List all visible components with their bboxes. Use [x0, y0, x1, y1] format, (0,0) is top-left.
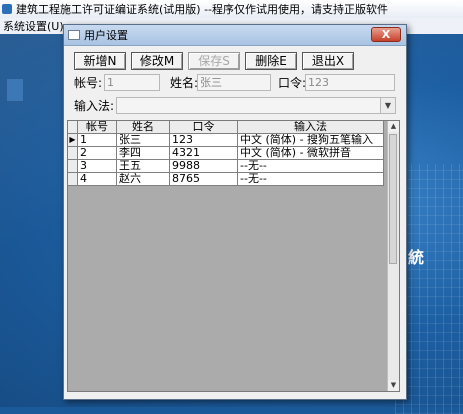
edit-button[interactable]: 修改M: [131, 52, 183, 70]
cell-ime[interactable]: --无--: [238, 173, 384, 186]
app-title: 建筑工程施工许可证编证系统(试用版) --程序仅作试用使用，请支持正版软件: [16, 3, 389, 16]
table-row[interactable]: 2 李四 4321 中文 (简体) - 微软拼音: [68, 147, 384, 160]
menu-system-settings[interactable]: 系统设置(U): [0, 18, 64, 34]
save-button[interactable]: 保存S: [188, 52, 240, 70]
ime-select[interactable]: ▼: [116, 97, 396, 114]
cell-name[interactable]: 李四: [117, 147, 170, 160]
column-header-password[interactable]: 口令: [170, 121, 238, 134]
user-grid[interactable]: 帐号 姓名 口令 输入法 ▶ 1 张三 123 中文 (简体) - 搜狗五笔输入…: [67, 120, 400, 392]
dialog-title: 用户设置: [84, 29, 128, 42]
cell-account[interactable]: 3: [78, 160, 117, 173]
cell-account[interactable]: 4: [78, 173, 117, 186]
background-logo-text: 統: [408, 248, 425, 267]
cell-account[interactable]: 1: [78, 134, 117, 147]
grid-header: 帐号 姓名 口令 输入法: [68, 121, 384, 134]
grid-body: ▶ 1 张三 123 中文 (简体) - 搜狗五笔输入 2 李四 4321 中文…: [68, 134, 384, 186]
column-header-ime[interactable]: 输入法: [238, 121, 384, 134]
column-header-name[interactable]: 姓名: [117, 121, 170, 134]
ime-label: 输入法:: [74, 99, 115, 113]
cell-name[interactable]: 赵六: [117, 173, 170, 186]
account-label: 帐号:: [74, 76, 103, 90]
column-header-account[interactable]: 帐号: [78, 121, 117, 134]
cell-name[interactable]: 张三: [117, 134, 170, 147]
delete-button[interactable]: 删除E: [245, 52, 297, 70]
close-button[interactable]: X: [371, 27, 401, 42]
row-indicator: [68, 160, 78, 173]
background-thumbnail: [6, 78, 24, 102]
cell-ime[interactable]: --无--: [238, 160, 384, 173]
cell-password[interactable]: 8765: [170, 173, 238, 186]
password-field[interactable]: 123: [305, 74, 395, 91]
app-titlebar: 建筑工程施工许可证编证系统(试用版) --程序仅作试用使用，请支持正版软件: [0, 0, 463, 18]
exit-button[interactable]: 退出X: [302, 52, 354, 70]
user-settings-dialog: 用户设置 X 新增N 修改M 保存S 删除E 退出X 帐号: 1 姓名: 张三 …: [63, 24, 407, 400]
row-indicator: [68, 173, 78, 186]
table-row[interactable]: 4 赵六 8765 --无--: [68, 173, 384, 186]
dialog-titlebar[interactable]: 用户设置 X: [64, 25, 406, 46]
new-button[interactable]: 新增N: [74, 52, 126, 70]
row-indicator-header: [68, 121, 78, 134]
current-row-indicator: ▶: [68, 134, 78, 147]
table-row[interactable]: 3 王五 9988 --无--: [68, 160, 384, 173]
scroll-thumb[interactable]: [389, 134, 397, 264]
app-icon: [2, 4, 12, 14]
password-label: 口令:: [278, 76, 307, 90]
vertical-scrollbar[interactable]: ▲ ▼: [387, 121, 399, 391]
cell-name[interactable]: 王五: [117, 160, 170, 173]
cell-ime[interactable]: 中文 (简体) - 搜狗五笔输入: [238, 134, 384, 147]
account-field[interactable]: 1: [104, 74, 160, 91]
table-row[interactable]: ▶ 1 张三 123 中文 (简体) - 搜狗五笔输入: [68, 134, 384, 147]
cell-password[interactable]: 123: [170, 134, 238, 147]
cell-account[interactable]: 2: [78, 147, 117, 160]
scroll-down-icon[interactable]: ▼: [388, 380, 399, 391]
window-icon: [68, 30, 80, 40]
cell-password[interactable]: 9988: [170, 160, 238, 173]
row-indicator: [68, 147, 78, 160]
name-field[interactable]: 张三: [197, 74, 271, 91]
chevron-down-icon[interactable]: ▼: [380, 98, 395, 113]
cell-password[interactable]: 4321: [170, 147, 238, 160]
cell-ime[interactable]: 中文 (简体) - 微软拼音: [238, 147, 384, 160]
name-label: 姓名:: [170, 76, 199, 90]
scroll-up-icon[interactable]: ▲: [388, 121, 399, 132]
